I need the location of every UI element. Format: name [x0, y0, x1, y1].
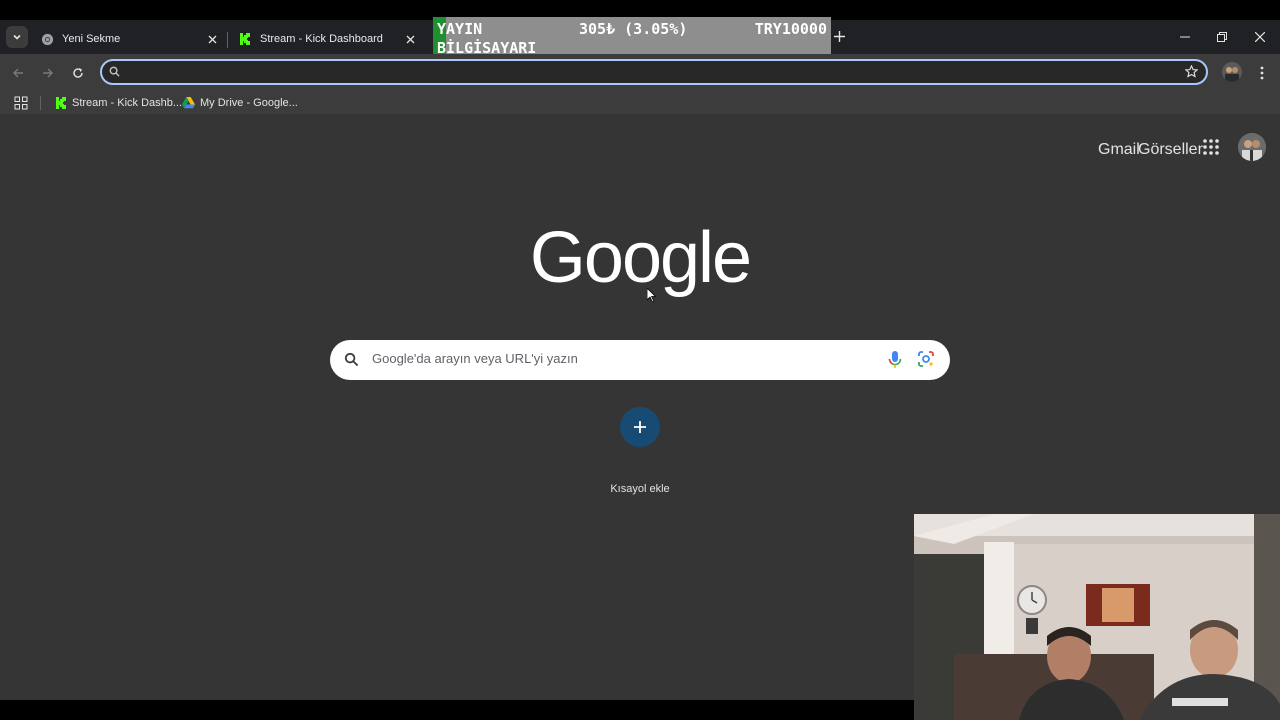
back-button[interactable] — [7, 62, 29, 84]
search-placeholder: Google'da arayın veya URL'yi yazın — [372, 351, 578, 366]
account-avatar[interactable] — [1238, 133, 1266, 161]
apps-grid-icon[interactable] — [14, 96, 28, 110]
kick-icon — [54, 97, 67, 110]
bottom-bar — [0, 700, 914, 720]
bookmark-kick-dashboard[interactable]: Stream - Kick Dashb... — [54, 92, 182, 114]
chevron-down-icon — [13, 34, 21, 40]
tab-search-button[interactable] — [6, 26, 28, 48]
add-shortcut-label: Kısayol ekle — [610, 483, 670, 495]
tab-title: Stream - Kick Dashboard — [260, 33, 383, 45]
menu-button[interactable] — [1253, 62, 1271, 84]
more-vertical-icon — [1260, 66, 1264, 80]
google-apps-icon[interactable] — [1201, 137, 1221, 157]
address-input[interactable] — [128, 62, 1168, 82]
plus-icon — [833, 30, 845, 42]
overlay-amount: 305₺ (3.05%) — [579, 20, 688, 38]
toolbar — [0, 54, 1280, 92]
bookmark-label: My Drive - Google... — [200, 97, 298, 109]
star-icon[interactable] — [1185, 65, 1198, 78]
mouse-cursor-icon — [647, 288, 657, 303]
donation-goal-overlay: YAYIN BİLGİSAYARI 305₺ (3.05%) TRY10000 — [433, 17, 831, 57]
arrow-left-icon — [13, 68, 23, 78]
add-shortcut-button[interactable] — [620, 407, 660, 447]
address-bar[interactable] — [100, 59, 1208, 85]
images-link[interactable]: Görseller — [1138, 141, 1203, 159]
webcam-feed — [914, 514, 1280, 720]
minimize-button[interactable] — [1174, 26, 1196, 48]
kick-icon — [238, 32, 252, 46]
reload-icon — [73, 68, 83, 78]
search-icon — [344, 352, 359, 367]
google-logo: Google — [529, 218, 752, 298]
close-window-button[interactable] — [1249, 26, 1271, 48]
new-tab-button[interactable] — [831, 28, 847, 44]
restore-icon — [1217, 32, 1227, 42]
forward-button[interactable] — [37, 62, 59, 84]
bookmarks-bar: Stream - Kick Dashb... My Drive - Google… — [0, 92, 1280, 114]
tab-title: Yeni Sekme — [62, 33, 121, 45]
microphone-icon[interactable] — [888, 351, 902, 369]
overlay-goal: TRY10000 — [754, 20, 827, 38]
tab-yeni-sekme[interactable]: Yeni Sekme — [30, 24, 226, 54]
overlay-title-line1: YAYIN — [437, 20, 483, 38]
close-icon[interactable] — [204, 31, 220, 47]
gmail-link[interactable]: Gmail — [1098, 141, 1140, 159]
search-icon — [109, 66, 120, 77]
minimize-icon — [1180, 36, 1190, 38]
close-icon — [1255, 32, 1265, 42]
search-box[interactable]: Google'da arayın veya URL'yi yazın — [330, 340, 950, 380]
chrome-icon — [40, 32, 54, 46]
reload-button[interactable] — [67, 62, 89, 84]
bookmark-separator — [40, 96, 41, 110]
profile-photo-icon — [1222, 62, 1242, 82]
webcam-scene-image — [914, 514, 1280, 720]
tab-strip: Yeni Sekme Stream - Kick Dashboard YAYIN… — [0, 17, 1280, 57]
google-lens-icon[interactable] — [918, 351, 934, 367]
tab-kick-dashboard[interactable]: Stream - Kick Dashboard — [228, 24, 424, 54]
arrow-right-icon — [43, 68, 53, 78]
profile-avatar-button[interactable] — [1222, 62, 1242, 82]
bookmark-label: Stream - Kick Dashb... — [72, 97, 183, 109]
bookmark-my-drive[interactable]: My Drive - Google... — [182, 92, 298, 114]
close-icon[interactable] — [402, 31, 418, 47]
restore-button[interactable] — [1211, 26, 1233, 48]
plus-icon — [634, 421, 646, 433]
profile-photo-icon — [1238, 133, 1266, 161]
drive-icon — [182, 97, 195, 110]
